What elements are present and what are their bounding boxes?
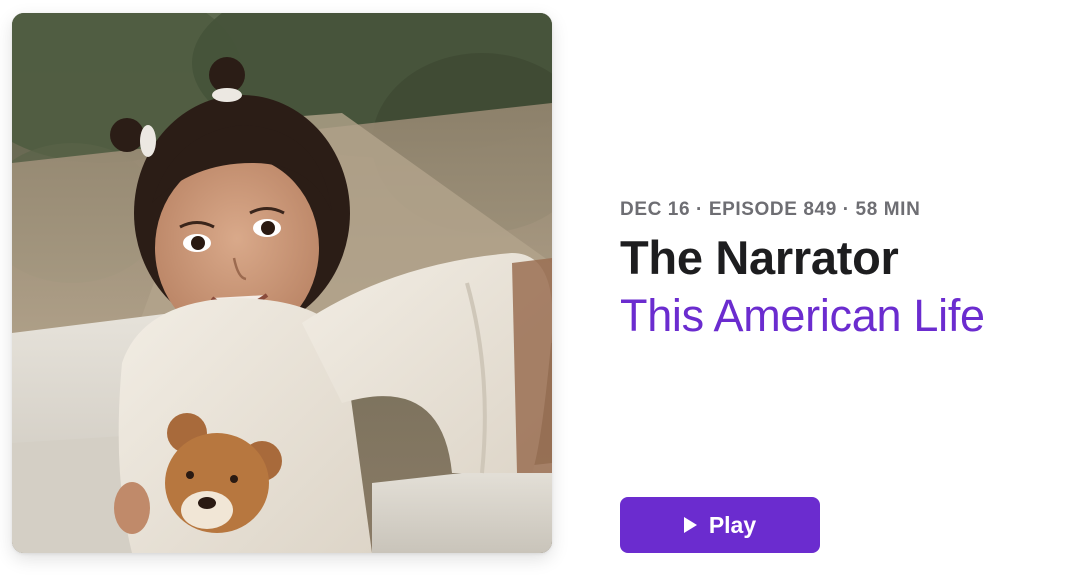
episode-artwork[interactable]	[12, 13, 552, 553]
play-icon	[683, 517, 697, 533]
show-name-link[interactable]: This American Life	[620, 288, 1060, 344]
episode-info: DEC 16 · EPISODE 849 · 58 MIN The Narrat…	[620, 196, 1060, 344]
episode-card: DEC 16 · EPISODE 849 · 58 MIN The Narrat…	[0, 0, 1069, 577]
play-button-label: Play	[708, 511, 757, 538]
play-button[interactable]: Play	[620, 497, 820, 553]
episode-meta: DEC 16 · EPISODE 849 · 58 MIN	[620, 199, 921, 220]
artwork-photo-illustration	[12, 13, 552, 553]
episode-title[interactable]: The Narrator	[620, 230, 1060, 286]
